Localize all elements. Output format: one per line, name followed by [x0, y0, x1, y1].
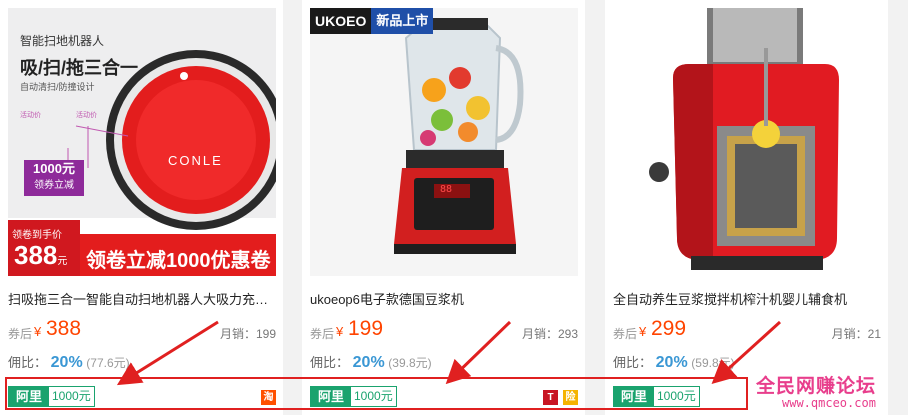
annotation-arrows	[116, 320, 782, 386]
forum-watermark: 全民网赚论坛 www.qmceo.com	[756, 371, 906, 413]
arrow-to-coupon-2	[445, 320, 512, 385]
product-grid: 智能扫地机器人 吸/扫/拖三合一 自动清扫/防撞设计 活动价 活动价 CONLE…	[0, 0, 908, 415]
watermark-url: www.qmceo.com	[782, 396, 876, 410]
arrow-to-coupon-1	[116, 320, 219, 386]
watermark-text: 全民网赚论坛	[756, 376, 877, 397]
